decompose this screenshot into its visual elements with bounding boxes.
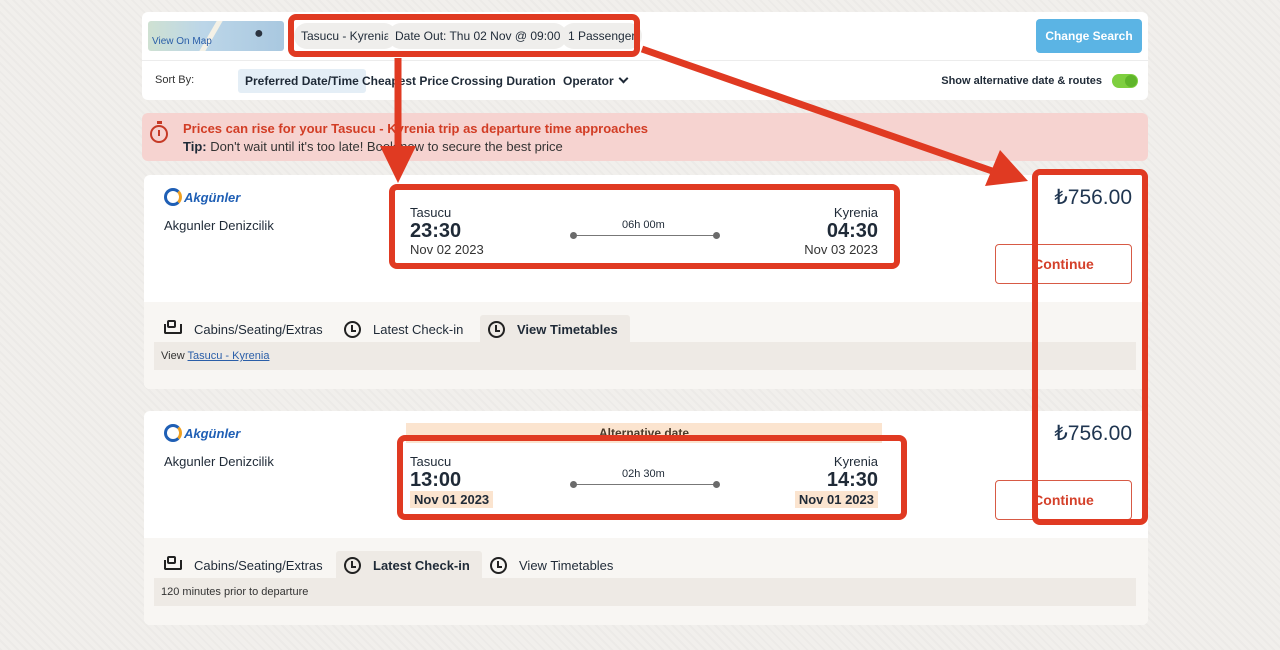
- tab-label: View Timetables: [517, 321, 618, 337]
- alert-tip-label: Tip:: [183, 139, 207, 154]
- sort-cheapest-price[interactable]: Cheapest Price: [355, 69, 456, 93]
- sort-preferred-datetime[interactable]: Preferred Date/Time: [238, 69, 366, 93]
- view-on-map-link[interactable]: View On Map: [152, 36, 212, 47]
- sort-bar: Sort By: Preferred Date/Time Cheapest Pr…: [142, 60, 1148, 100]
- tab-cabins[interactable]: Cabins/Seating/Extras: [156, 315, 335, 343]
- tab-latest-checkin[interactable]: Latest Check-in: [336, 315, 475, 343]
- price-rise-alert: Prices can rise for your Tasucu - Kyreni…: [142, 113, 1148, 161]
- logo-text: Akgünler: [184, 425, 241, 441]
- tab-label: Cabins/Seating/Extras: [194, 321, 323, 337]
- map-pin-icon: ●: [254, 25, 264, 42]
- logo-text: Akgünler: [184, 189, 241, 205]
- tab-label: Latest Check-in: [373, 557, 470, 573]
- tab-view-timetables[interactable]: View Timetables: [482, 551, 625, 579]
- annotation-box-journey-1: [389, 184, 900, 269]
- sort-crossing-duration[interactable]: Crossing Duration: [444, 69, 563, 93]
- bed-icon: [164, 320, 182, 334]
- tab-cabins[interactable]: Cabins/Seating/Extras: [156, 551, 335, 579]
- tab-latest-checkin[interactable]: Latest Check-in: [336, 551, 482, 579]
- timetable-prefix: View: [161, 350, 185, 362]
- annotation-box-prices: [1032, 169, 1148, 525]
- chevron-down-icon: [618, 73, 629, 84]
- operator-name: Akgunler Denizcilik: [164, 454, 274, 469]
- card-details: Cabins/Seating/Extras Latest Check-in Vi…: [144, 538, 1148, 625]
- tab-content: 120 minutes prior to departure: [154, 578, 1136, 606]
- tab-view-timetables[interactable]: View Timetables: [480, 315, 630, 343]
- logo-swirl-icon: [164, 188, 182, 206]
- clock-icon: [488, 320, 505, 338]
- tab-label: Latest Check-in: [373, 321, 464, 337]
- change-search-button[interactable]: Change Search: [1036, 19, 1142, 53]
- map-thumbnail[interactable]: ● View On Map: [148, 21, 284, 51]
- operator-name: Akgunler Denizcilik: [164, 218, 274, 233]
- logo-swirl-icon: [164, 424, 182, 442]
- sort-operator[interactable]: Operator: [556, 69, 634, 93]
- alternative-routes-label: Show alternative date & routes: [941, 75, 1102, 87]
- alert-tip: Tip: Don't wait until it's too late! Boo…: [183, 139, 563, 154]
- annotation-box-journey-2: [397, 435, 907, 520]
- tab-label: Cabins/Seating/Extras: [194, 557, 323, 573]
- sort-by-label: Sort By:: [155, 74, 195, 86]
- alert-headline: Prices can rise for your Tasucu - Kyreni…: [183, 121, 649, 136]
- card-details: Cabins/Seating/Extras Latest Check-in Vi…: [144, 302, 1148, 389]
- clock-icon: [344, 556, 361, 574]
- alternative-routes-toggle[interactable]: [1112, 74, 1138, 88]
- tab-content: View Tasucu - Kyrenia: [154, 342, 1136, 370]
- alert-tip-text: Don't wait until it's too late! Book now…: [210, 139, 563, 154]
- operator-logo: Akgünler: [164, 188, 240, 206]
- annotation-box-search-chips: [288, 14, 640, 57]
- operator-logo: Akgünler: [164, 424, 240, 442]
- clock-icon: [344, 320, 361, 338]
- bed-icon: [164, 556, 182, 570]
- stopwatch-icon: [150, 121, 168, 143]
- sort-operator-label: Operator: [563, 74, 614, 88]
- timetable-link[interactable]: Tasucu - Kyrenia: [188, 350, 270, 362]
- clock-icon: [490, 556, 507, 574]
- tab-label: View Timetables: [519, 557, 614, 573]
